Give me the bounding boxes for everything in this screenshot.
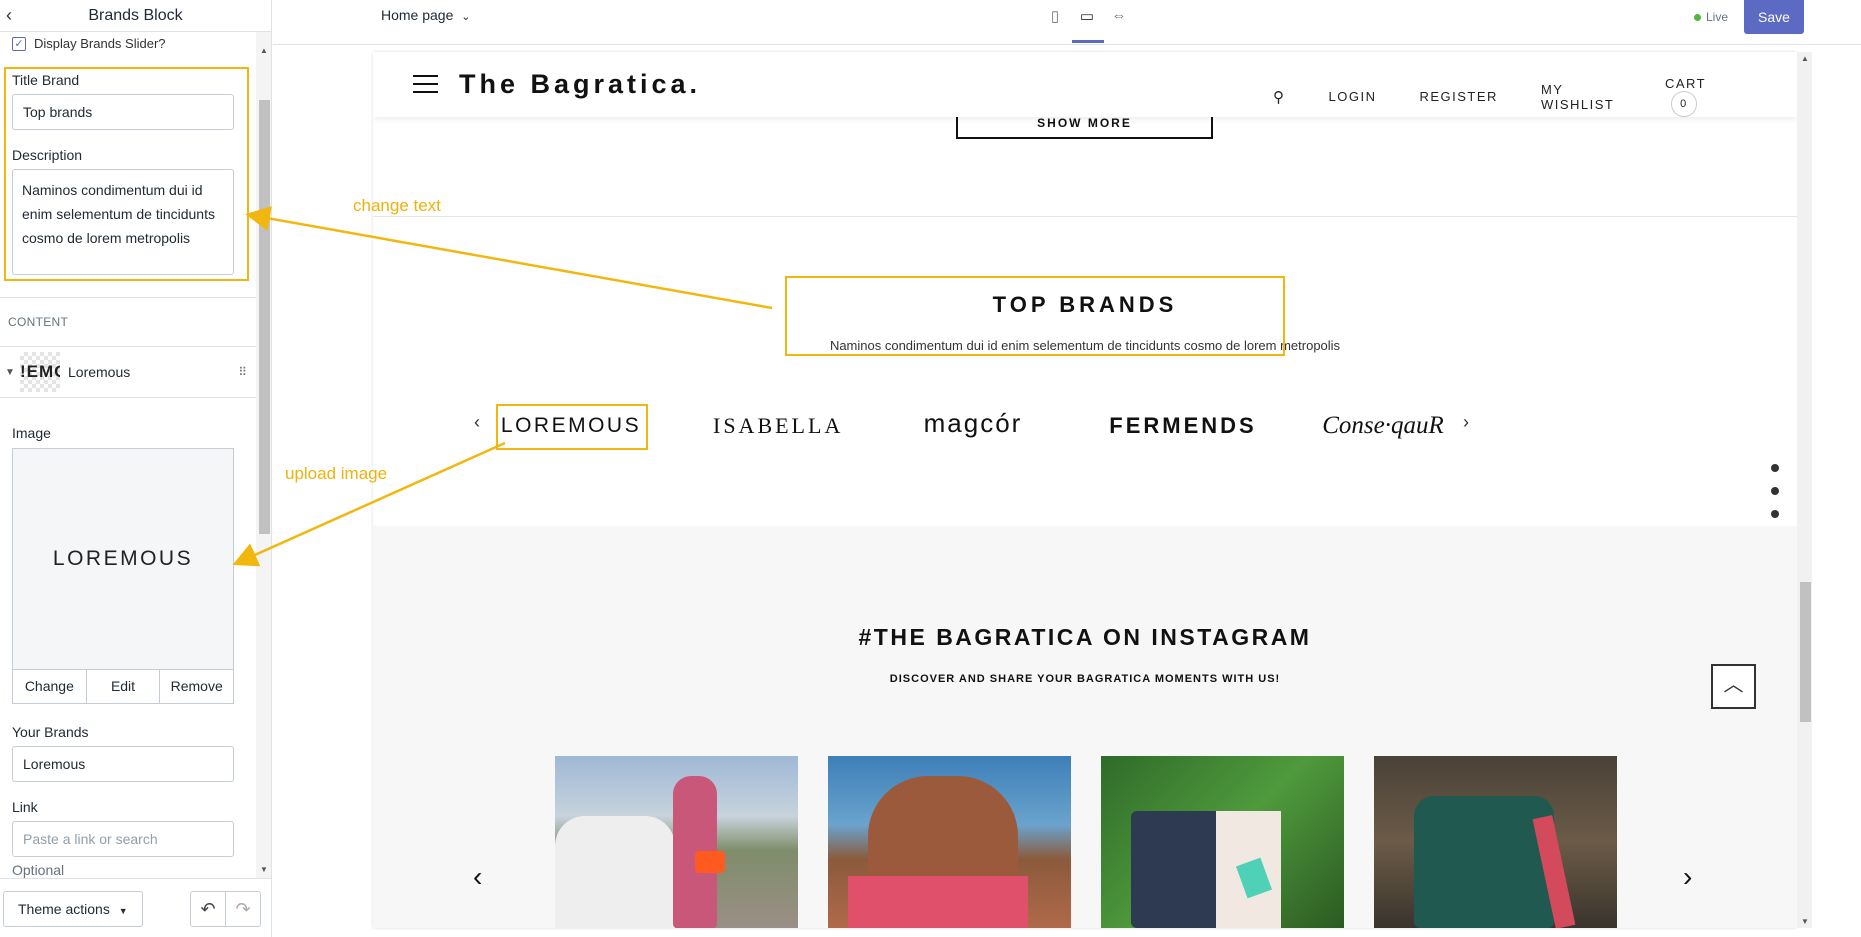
drag-handle-icon[interactable]: ⠿ xyxy=(238,365,247,379)
editor-topbar: Home page ⌄ ▯ ▭ ⇔ Live Save xyxy=(273,0,1861,45)
instagram-photo-4[interactable] xyxy=(1374,756,1617,928)
preview-scrollbar[interactable]: ▲ ▼ xyxy=(1797,52,1812,928)
block-name: Loremous xyxy=(68,364,131,380)
instagram-title: #THE BAGRATICA ON INSTAGRAM xyxy=(858,624,1312,650)
change-image-button[interactable]: Change xyxy=(13,670,87,703)
theme-actions-label: Theme actions xyxy=(18,901,110,917)
checkmark-icon: ✓ xyxy=(12,36,26,51)
nav-wishlist[interactable]: MY WISHLIST xyxy=(1541,82,1622,112)
back-arrow-icon[interactable]: ‹ xyxy=(6,6,26,26)
live-status: Live xyxy=(1694,10,1728,24)
content-section-label: CONTENT xyxy=(8,315,69,329)
sidebar-header: ‹ Brands Block xyxy=(0,0,271,32)
save-button[interactable]: Save xyxy=(1744,0,1804,34)
show-more-button[interactable]: SHOW MORE xyxy=(956,114,1213,139)
storefront-preview: The Bagratica. ⚲ LOGIN REGISTER MY WISHL… xyxy=(373,52,1797,928)
cart-count-badge: 0 xyxy=(1670,91,1697,117)
sidebar-footer: Theme actions ▼ ↶ ↷ xyxy=(0,878,271,937)
scroll-up-icon[interactable]: ▲ xyxy=(260,46,268,55)
dot-nav-2[interactable] xyxy=(1771,487,1779,495)
sidebar-scroll-area: ✓ Display Brands Slider? Title Brand Top… xyxy=(0,32,257,878)
desktop-view-icon[interactable]: ▭ xyxy=(1078,7,1096,25)
sidebar-title: Brands Block xyxy=(88,6,183,24)
brand-logo-fermends[interactable]: FERMENDS xyxy=(1108,404,1258,448)
instagram-photo-3[interactable] xyxy=(1101,756,1344,928)
nav-register[interactable]: REGISTER xyxy=(1419,89,1497,104)
nav-cart-label: CART xyxy=(1664,76,1707,91)
scrollbar-thumb[interactable] xyxy=(259,100,270,534)
instagram-next-icon[interactable]: › xyxy=(1683,861,1692,893)
mobile-view-icon[interactable]: ▯ xyxy=(1046,7,1064,25)
slider-prev-icon[interactable]: ‹ xyxy=(474,412,480,433)
active-device-indicator xyxy=(1072,40,1104,43)
redo-icon[interactable]: ↷ xyxy=(225,891,261,927)
page-selector[interactable]: Home page ⌄ xyxy=(381,7,471,23)
section-divider xyxy=(373,216,1797,217)
store-logo[interactable]: The Bagratica. xyxy=(459,69,701,100)
your-brands-input[interactable]: Loremous xyxy=(12,746,234,782)
sidebar-scrollbar[interactable]: ▲ ▼ xyxy=(256,32,271,878)
image-preview: LOREMOUS xyxy=(12,448,234,670)
photo-car-shape xyxy=(555,816,675,928)
brand-logo-isabella[interactable]: ISABELLA xyxy=(713,404,840,448)
store-nav: ⚲ LOGIN REGISTER MY WISHLIST CART 0 xyxy=(1273,76,1797,117)
preview-scrollbar-thumb[interactable] xyxy=(1800,582,1811,722)
caret-down-icon[interactable]: ▼ xyxy=(0,367,20,378)
optional-hint: Optional xyxy=(12,862,65,878)
display-slider-label: Display Brands Slider? xyxy=(34,36,166,51)
hamburger-menu-icon[interactable] xyxy=(413,75,438,93)
device-switcher: ▯ ▭ ⇔ xyxy=(1046,7,1128,25)
block-row-loremous[interactable]: ▼ !EMO Loremous ⠿ xyxy=(0,346,257,398)
photo-bag-shape xyxy=(695,851,725,873)
photo-bag-shape xyxy=(1414,796,1554,928)
image-actions: Change Edit Remove xyxy=(12,670,234,704)
link-label: Link xyxy=(12,799,38,815)
content-divider xyxy=(0,297,257,298)
page-selector-label: Home page xyxy=(381,7,454,23)
your-brands-label: Your Brands xyxy=(12,724,89,740)
annotation-upload-image: upload image xyxy=(285,464,388,483)
nav-login[interactable]: LOGIN xyxy=(1329,89,1377,104)
slider-next-icon[interactable]: › xyxy=(1463,412,1469,433)
annotation-change-text: change text xyxy=(353,196,441,215)
annotation-highlight-brand xyxy=(496,404,648,450)
photo-bag-shape xyxy=(848,876,1028,928)
image-preview-text: LOREMOUS xyxy=(52,547,194,570)
chevron-down-icon: ⌄ xyxy=(461,11,471,23)
dot-nav-1[interactable] xyxy=(1771,464,1779,472)
remove-image-button[interactable]: Remove xyxy=(160,670,233,703)
brand-logo-magcor[interactable]: magcór xyxy=(918,401,1028,445)
display-slider-checkbox[interactable]: ✓ Display Brands Slider? xyxy=(12,36,166,51)
theme-editor-sidebar: ‹ Brands Block ✓ Display Brands Slider? … xyxy=(0,0,272,937)
search-icon[interactable]: ⚲ xyxy=(1273,88,1286,106)
instagram-photo-2[interactable] xyxy=(828,756,1071,928)
annotation-highlight-heading xyxy=(785,276,1285,356)
scroll-down-icon[interactable]: ▼ xyxy=(260,865,268,874)
image-label: Image xyxy=(12,425,51,441)
live-dot-icon xyxy=(1694,13,1701,21)
instagram-prev-icon[interactable]: ‹ xyxy=(473,861,482,893)
theme-actions-button[interactable]: Theme actions ▼ xyxy=(3,891,143,927)
annotation-highlight-settings xyxy=(4,67,249,281)
instagram-section: #THE BAGRATICA ON INSTAGRAM DISCOVER AND… xyxy=(373,526,1797,928)
fullwidth-view-icon[interactable]: ⇔ xyxy=(1110,7,1128,25)
block-thumbnail: !EMO xyxy=(20,352,60,392)
link-input[interactable]: Paste a link or search xyxy=(12,821,234,857)
instagram-photo-1[interactable] xyxy=(555,756,798,928)
dropdown-caret-icon: ▼ xyxy=(118,906,128,916)
edit-image-button[interactable]: Edit xyxy=(87,670,161,703)
live-label: Live xyxy=(1706,10,1729,24)
scroll-down-icon[interactable]: ▼ xyxy=(1801,917,1809,926)
back-to-top-icon[interactable]: ︿ xyxy=(1711,664,1756,709)
instagram-subtitle: DISCOVER AND SHARE YOUR BAGRATICA MOMENT… xyxy=(889,673,1281,685)
store-header: The Bagratica. ⚲ LOGIN REGISTER MY WISHL… xyxy=(373,52,1797,117)
nav-cart[interactable]: CART 0 xyxy=(1665,76,1797,117)
undo-icon[interactable]: ↶ xyxy=(190,891,226,927)
scroll-up-icon[interactable]: ▲ xyxy=(1801,54,1809,63)
brands-slider: ‹ LOREMOUS ISABELLA magcór FERMENDS Cons… xyxy=(373,404,1797,454)
brand-logo-consequar[interactable]: Conse·qauR xyxy=(1308,404,1458,448)
dot-nav-3[interactable] xyxy=(1771,510,1779,518)
